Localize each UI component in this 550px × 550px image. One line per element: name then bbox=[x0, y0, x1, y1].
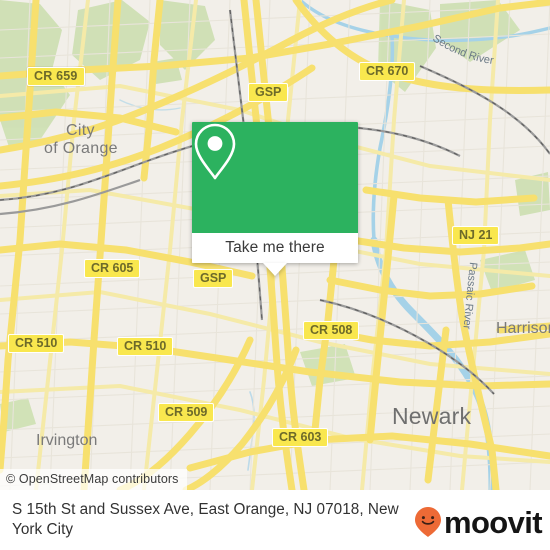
route-shield-gsp-south[interactable]: GSP bbox=[193, 269, 234, 288]
popup-card[interactable]: Take me there bbox=[192, 122, 358, 263]
footer-bar: S 15th St and Sussex Ave, East Orange, N… bbox=[0, 490, 550, 550]
route-shield-cr-509[interactable]: CR 509 bbox=[158, 403, 215, 422]
map-pin-icon bbox=[194, 123, 236, 180]
route-shield-nj-21[interactable]: NJ 21 bbox=[452, 226, 500, 245]
place-label-newark: Newark bbox=[392, 403, 472, 429]
popup-header bbox=[192, 122, 358, 233]
moovit-logo[interactable]: moovit bbox=[413, 504, 543, 540]
route-shield-cr-510-west[interactable]: CR 510 bbox=[8, 334, 65, 353]
route-shield-cr-659[interactable]: CR 659 bbox=[27, 67, 85, 86]
route-shield-cr-670[interactable]: CR 670 bbox=[359, 62, 416, 81]
moovit-wordmark: moovit bbox=[443, 504, 543, 540]
osm-attribution-text: © OpenStreetMap contributors bbox=[6, 472, 179, 486]
take-me-there-label: Take me there bbox=[225, 239, 325, 256]
place-label-harrison: Harrison bbox=[496, 320, 550, 337]
place-label-irvington: Irvington bbox=[36, 432, 98, 449]
map-canvas[interactable]: Second River Passaic River City of Orang… bbox=[0, 0, 550, 490]
place-label-city-of-orange: City of Orange bbox=[44, 122, 118, 157]
popup-action-bar[interactable]: Take me there bbox=[192, 233, 358, 263]
moovit-map-screenshot: Second River Passaic River City of Orang… bbox=[0, 0, 550, 550]
moovit-pin-icon bbox=[414, 507, 441, 537]
route-shield-gsp-north[interactable]: GSP bbox=[248, 83, 289, 102]
location-popup[interactable]: Take me there bbox=[192, 122, 358, 276]
osm-attribution[interactable]: © OpenStreetMap contributors bbox=[0, 469, 187, 490]
popup-pointer bbox=[263, 263, 287, 276]
route-shield-cr-605[interactable]: CR 605 bbox=[84, 259, 141, 278]
address-text: S 15th St and Sussex Ave, East Orange, N… bbox=[12, 501, 399, 538]
route-shield-cr-508[interactable]: CR 508 bbox=[303, 321, 360, 340]
route-shield-cr-510-east[interactable]: CR 510 bbox=[117, 337, 174, 356]
route-shield-cr-603[interactable]: CR 603 bbox=[272, 428, 329, 447]
